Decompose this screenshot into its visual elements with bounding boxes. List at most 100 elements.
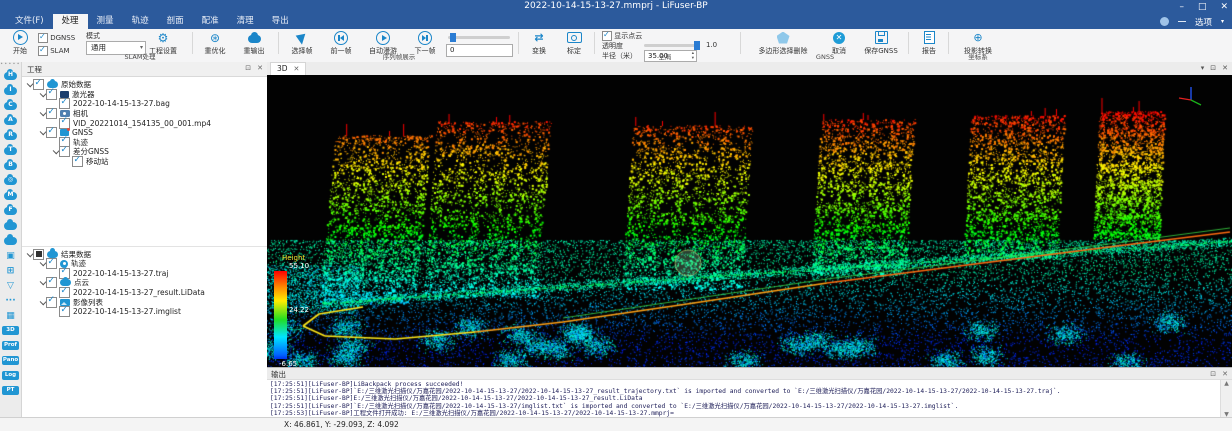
log-scrollbar[interactable]: ▲ ▼ — [1220, 380, 1232, 418]
display-extra-1-icon[interactable] — [0, 218, 21, 233]
menu-tab-3[interactable]: 测量 — [88, 14, 123, 29]
expander-icon[interactable] — [51, 149, 59, 154]
float-panel-icon[interactable]: ⊡ — [245, 64, 251, 72]
view-frustum-icon[interactable]: ▽ — [0, 278, 21, 293]
tree-checkbox[interactable] — [59, 118, 70, 129]
tree-item[interactable]: 原始数据 — [22, 80, 267, 90]
chevron-down-icon[interactable]: ▾ — [1201, 64, 1205, 72]
tree-checkbox[interactable] — [59, 306, 70, 317]
opacity-slider[interactable] — [644, 44, 700, 47]
close-panel-icon[interactable]: ✕ — [257, 64, 263, 72]
tree-checkbox[interactable] — [72, 156, 83, 167]
frame-slider[interactable] — [448, 36, 510, 39]
point-cloud-canvas[interactable] — [267, 75, 1232, 367]
collapse-ribbon-icon[interactable] — [1178, 21, 1186, 23]
tree-checkbox[interactable] — [46, 258, 57, 269]
menu-tab-7[interactable]: 清理 — [228, 14, 263, 29]
project-panel-header: 工程 ⊡ ✕ — [22, 62, 267, 77]
float-panel-icon[interactable]: ⊡ — [1210, 370, 1216, 378]
calibrate-button[interactable]: 标定 — [558, 30, 590, 56]
expander-icon[interactable] — [38, 280, 46, 285]
tree-checkbox[interactable] — [33, 79, 44, 90]
menu-tab-8[interactable]: 导出 — [263, 14, 298, 29]
orthographic-view-icon[interactable]: ▣ — [0, 248, 21, 263]
menubar: 文件(F)处理测量轨迹剖面配准清理导出 选项 ▾ — [0, 14, 1232, 29]
view-button-3d[interactable]: 3D — [0, 323, 21, 338]
display-by-classification-icon[interactable]: C — [0, 98, 21, 113]
tree-checkbox[interactable] — [59, 146, 70, 157]
display-by-file-icon[interactable]: F — [0, 203, 21, 218]
menu-tab-4[interactable]: 轨迹 — [123, 14, 158, 29]
tree-checkbox[interactable] — [33, 249, 44, 260]
tree-item[interactable]: 结果数据 — [22, 249, 267, 259]
minimize-button[interactable]: – — [1179, 0, 1184, 14]
statusbar: X: 46.861, Y: -29.093, Z: 4.092 — [0, 417, 1232, 431]
display-blend-icon[interactable]: B — [0, 158, 21, 173]
show-pointcloud-checkbox[interactable]: 显示点云 — [602, 31, 642, 41]
cloud-export-icon — [248, 35, 261, 43]
dgnss-checkbox[interactable]: DGNSS — [38, 33, 75, 43]
tree-checkbox[interactable] — [46, 108, 57, 119]
float-panel-icon[interactable]: ⊡ — [1210, 64, 1216, 72]
tree-item[interactable]: 2022-10-14-15-13-27.traj — [22, 269, 267, 279]
group-label-frames: 序列帧展示 — [284, 51, 514, 61]
slider-handle[interactable] — [450, 33, 456, 42]
tree-item[interactable]: 2022-10-14-15-13-27.imglist — [22, 307, 267, 317]
tree-item[interactable]: VID_20221014_154135_00_001.mp4 — [22, 118, 267, 128]
menu-tab-1[interactable]: 文件(F) — [6, 14, 53, 29]
menu-tab-6[interactable]: 配准 — [193, 14, 228, 29]
ribbon-separator — [908, 32, 909, 54]
tree-item[interactable]: 差分GNSS — [22, 147, 267, 157]
snapshot-icon[interactable]: ▦ — [0, 308, 21, 323]
expander-icon[interactable] — [38, 130, 46, 135]
menu-tab-5[interactable]: 剖面 — [158, 14, 193, 29]
view-button-log[interactable]: Log — [0, 368, 21, 383]
view-button-pano[interactable]: Pano — [0, 353, 21, 368]
display-by-return-icon[interactable]: R — [0, 128, 21, 143]
scroll-up-icon[interactable]: ▲ — [1221, 380, 1232, 387]
transform-button[interactable]: ⇄ 变换 — [524, 30, 554, 56]
tree-checkbox[interactable] — [46, 297, 57, 308]
tree-item[interactable]: 移动站 — [22, 157, 267, 167]
report-button[interactable]: 报告 — [914, 30, 944, 56]
close-tab-icon[interactable]: ✕ — [294, 65, 300, 73]
viewport-tab-3d[interactable]: 3D✕ — [270, 62, 306, 76]
expander-icon[interactable] — [38, 92, 46, 97]
display-by-intensity-icon[interactable]: I — [0, 83, 21, 98]
slider-handle[interactable] — [694, 41, 700, 50]
tree-checkbox[interactable] — [46, 127, 57, 138]
tree-checkbox[interactable] — [46, 277, 57, 288]
help-icon[interactable] — [1160, 17, 1169, 26]
display-extra-2-icon[interactable] — [0, 233, 21, 248]
maximize-button[interactable]: □ — [1198, 0, 1207, 14]
tree-checkbox[interactable] — [46, 89, 57, 100]
menu-tab-2[interactable]: 处理 — [53, 14, 88, 29]
options-menu[interactable]: 选项 — [1195, 16, 1212, 28]
tree-item[interactable]: 2022-10-14-15-13-27_result.LiData — [22, 288, 267, 298]
display-by-rgb-icon[interactable]: A — [0, 113, 21, 128]
tree-section-2: 结果数据轨迹2022-10-14-15-13-27.traj点云2022-10-… — [22, 246, 267, 316]
expander-icon[interactable] — [25, 252, 33, 257]
view-button-pt[interactable]: PT — [0, 383, 21, 398]
close-panel-icon[interactable]: ✕ — [1222, 370, 1228, 378]
expander-icon[interactable] — [38, 300, 46, 305]
point-size-icon[interactable]: ··· — [0, 293, 21, 308]
expander-icon[interactable] — [38, 111, 46, 116]
close-button[interactable]: ✕ — [1220, 0, 1228, 14]
display-by-time-icon[interactable]: T — [0, 143, 21, 158]
expander-icon[interactable] — [38, 261, 46, 266]
close-panel-icon[interactable]: ✕ — [1222, 64, 1228, 72]
legend-title: Height — [282, 254, 342, 262]
expander-icon[interactable] — [25, 82, 33, 87]
display-by-height-icon[interactable]: H — [0, 68, 21, 83]
tree-item[interactable]: 2022-10-14-15-13-27.bag — [22, 99, 267, 109]
cloud-icon: T — [4, 147, 17, 155]
display-globe-icon[interactable]: ◎ — [0, 173, 21, 188]
display-by-mix-icon[interactable]: M — [0, 188, 21, 203]
full-extent-icon[interactable]: ⊞ — [0, 263, 21, 278]
tree-checkbox[interactable] — [59, 287, 70, 298]
project-panel: 工程 ⊡ ✕ 原始数据激光器2022-10-14-15-13-27.bag相机V… — [22, 62, 268, 417]
tree-checkbox[interactable] — [59, 98, 70, 109]
orthographic-view-glyph: ▣ — [6, 251, 15, 261]
view-button-prof[interactable]: Prof — [0, 338, 21, 353]
